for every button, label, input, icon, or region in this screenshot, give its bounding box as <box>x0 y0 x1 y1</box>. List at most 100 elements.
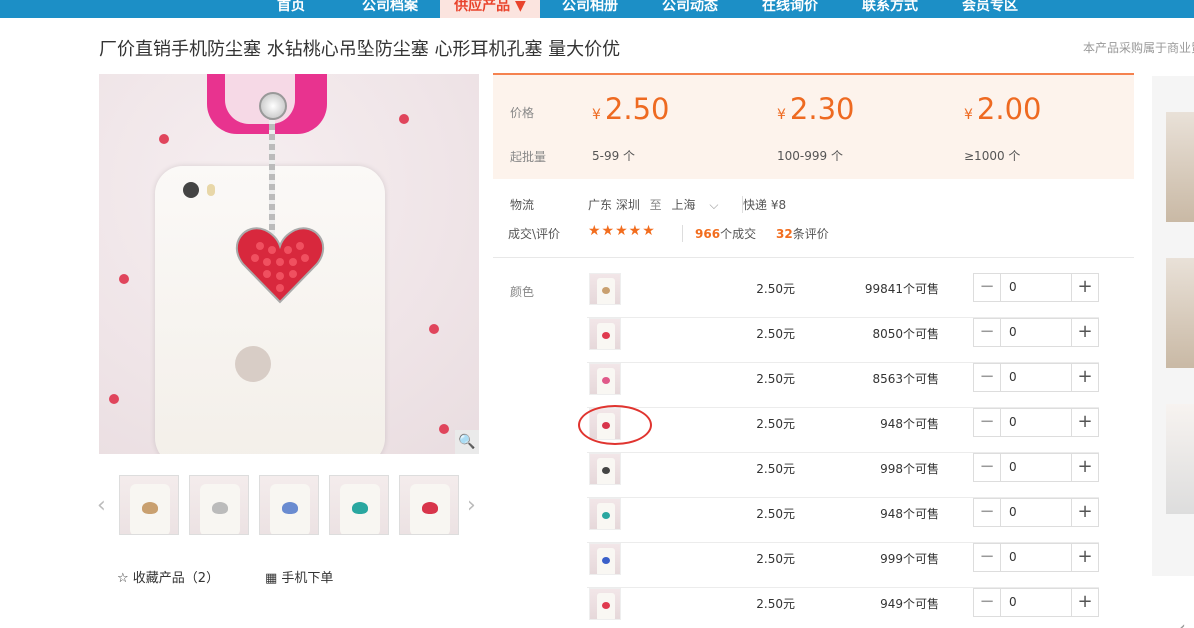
color-row: 2.50元 948个可售 − 0 + <box>587 498 1099 543</box>
row-price: 2.50元 <box>756 417 795 431</box>
increment-button[interactable]: + <box>1071 454 1098 481</box>
increment-button[interactable]: + <box>1071 319 1098 346</box>
rating-stars: ★★★★★ <box>588 223 656 239</box>
row-price: 2.50元 <box>756 282 795 296</box>
color-thumbnail[interactable] <box>589 453 621 485</box>
star-outline-icon: ☆ <box>117 571 133 586</box>
qrcode-icon: ▦ <box>265 571 282 586</box>
quantity-input[interactable]: 0 <box>1002 454 1072 481</box>
logistics-method: 快递 ¥8 <box>742 196 787 213</box>
quantity-input[interactable]: 0 <box>1002 409 1072 436</box>
color-row: 2.50元 949个可售 − 0 + <box>587 588 1099 628</box>
color-thumbnail[interactable] <box>589 273 621 305</box>
chevron-left-icon[interactable]: ‹ <box>97 493 106 518</box>
row-stock: 948个可售 <box>880 417 939 431</box>
nav-news[interactable]: 公司动态 <box>650 0 730 18</box>
price-label: 价格 <box>510 106 535 120</box>
chevron-down-icon[interactable]: ⌵ <box>709 198 718 212</box>
decrement-button[interactable]: − <box>974 409 1001 436</box>
mobile-order-label: 手机下单 <box>281 571 334 586</box>
divider <box>493 257 1134 258</box>
decrement-button[interactable]: − <box>974 544 1001 571</box>
quantity-stepper: − 0 + <box>973 453 1099 482</box>
annotation-circle <box>578 405 652 445</box>
nav-inquiry[interactable]: 在线询价 <box>750 0 830 18</box>
quantity-input[interactable]: 0 <box>1002 589 1072 616</box>
top-nav: 首页 公司档案 供应产品 ▼ 公司相册 公司动态 在线询价 联系方式 会员专区 <box>0 0 1194 18</box>
decrement-button[interactable]: − <box>974 364 1001 391</box>
chevron-left-icon[interactable]: ‹ <box>1178 616 1186 628</box>
decrement-button[interactable]: − <box>974 319 1001 346</box>
nav-company-profile[interactable]: 公司档案 <box>350 0 430 18</box>
recommend-thumbnail[interactable] <box>1166 112 1194 222</box>
recommend-thumbnail[interactable] <box>1166 404 1194 514</box>
color-thumbnail[interactable] <box>589 498 621 530</box>
quantity-stepper: − 0 + <box>973 273 1099 302</box>
quantity-stepper: − 0 + <box>973 498 1099 527</box>
heart-icon <box>602 287 610 294</box>
color-row: 2.50元 998个可售 − 0 + <box>587 453 1099 498</box>
color-row: 2.50元 8050个可售 − 0 + <box>587 318 1099 363</box>
color-thumbnail[interactable] <box>589 363 621 395</box>
increment-button[interactable]: + <box>1071 544 1098 571</box>
nav-products[interactable]: 供应产品 ▼ <box>440 0 540 18</box>
nav-member[interactable]: 会员专区 <box>950 0 1030 18</box>
color-row: 2.50元 8563个可售 − 0 + <box>587 363 1099 408</box>
thumbnail[interactable] <box>119 475 179 535</box>
nav-home[interactable]: 首页 <box>262 0 320 18</box>
color-row: 2.50元 999个可售 − 0 + <box>587 543 1099 588</box>
color-row: 2.50元 99841个可售 − 0 + <box>587 273 1099 318</box>
tier-range: ≥1000 个 <box>964 149 1021 163</box>
row-stock: 948个可售 <box>880 507 939 521</box>
decrement-button[interactable]: − <box>974 274 1001 301</box>
heart-icon <box>602 512 610 519</box>
quantity-stepper: − 0 + <box>973 408 1099 437</box>
decrement-button[interactable]: − <box>974 499 1001 526</box>
increment-button[interactable]: + <box>1071 274 1098 301</box>
decrement-button[interactable]: − <box>974 589 1001 616</box>
increment-button[interactable]: + <box>1071 409 1098 436</box>
tier-price: ¥2.50 <box>592 92 670 126</box>
review-count[interactable]: 32条评价 <box>776 225 829 242</box>
thumbnail[interactable] <box>329 475 389 535</box>
thumbnail[interactable] <box>259 475 319 535</box>
deal-count[interactable]: 966个成交 <box>682 225 756 242</box>
heart-icon <box>602 377 610 384</box>
increment-button[interactable]: + <box>1071 589 1098 616</box>
tier-range: 100-999 个 <box>777 149 843 163</box>
logistics-route[interactable]: 广东 深圳 至 上海 ⌵ <box>588 196 718 213</box>
heart-icon <box>602 557 610 564</box>
increment-button[interactable]: + <box>1071 364 1098 391</box>
color-label: 颜色 <box>510 285 535 299</box>
quantity-input[interactable]: 0 <box>1002 319 1072 346</box>
recommend-sidebar: ‹ <box>1152 76 1194 628</box>
row-stock: 998个可售 <box>880 462 939 476</box>
heart-icon <box>602 332 610 339</box>
thumbnail[interactable] <box>399 475 459 535</box>
nav-album[interactable]: 公司相册 <box>550 0 630 18</box>
thumbnail[interactable] <box>189 475 249 535</box>
nav-contact[interactable]: 联系方式 <box>850 0 930 18</box>
quantity-input[interactable]: 0 <box>1002 499 1072 526</box>
tier-price: ¥2.00 <box>964 92 1042 126</box>
quantity-input[interactable]: 0 <box>1002 274 1072 301</box>
favorite-button[interactable]: ☆ 收藏产品（2） <box>117 567 219 586</box>
heart-icon <box>602 467 610 474</box>
color-thumbnail[interactable] <box>589 318 621 350</box>
quantity-input[interactable]: 0 <box>1002 544 1072 571</box>
main-product-image[interactable]: 🔍 <box>99 74 479 454</box>
mobile-order-button[interactable]: ▦ 手机下单 <box>265 567 333 586</box>
tier-price: ¥2.30 <box>777 92 855 126</box>
recommend-thumbnail[interactable] <box>1166 258 1194 368</box>
color-thumbnail[interactable] <box>589 588 621 620</box>
row-price: 2.50元 <box>756 462 795 476</box>
increment-button[interactable]: + <box>1071 499 1098 526</box>
decrement-button[interactable]: − <box>974 454 1001 481</box>
quantity-input[interactable]: 0 <box>1002 364 1072 391</box>
chevron-right-icon[interactable]: › <box>467 493 476 518</box>
favorite-label: 收藏产品（2） <box>132 571 220 586</box>
row-price: 2.50元 <box>756 372 795 386</box>
quantity-stepper: − 0 + <box>973 363 1099 392</box>
zoom-icon[interactable]: 🔍 <box>455 430 479 454</box>
color-thumbnail[interactable] <box>589 543 621 575</box>
